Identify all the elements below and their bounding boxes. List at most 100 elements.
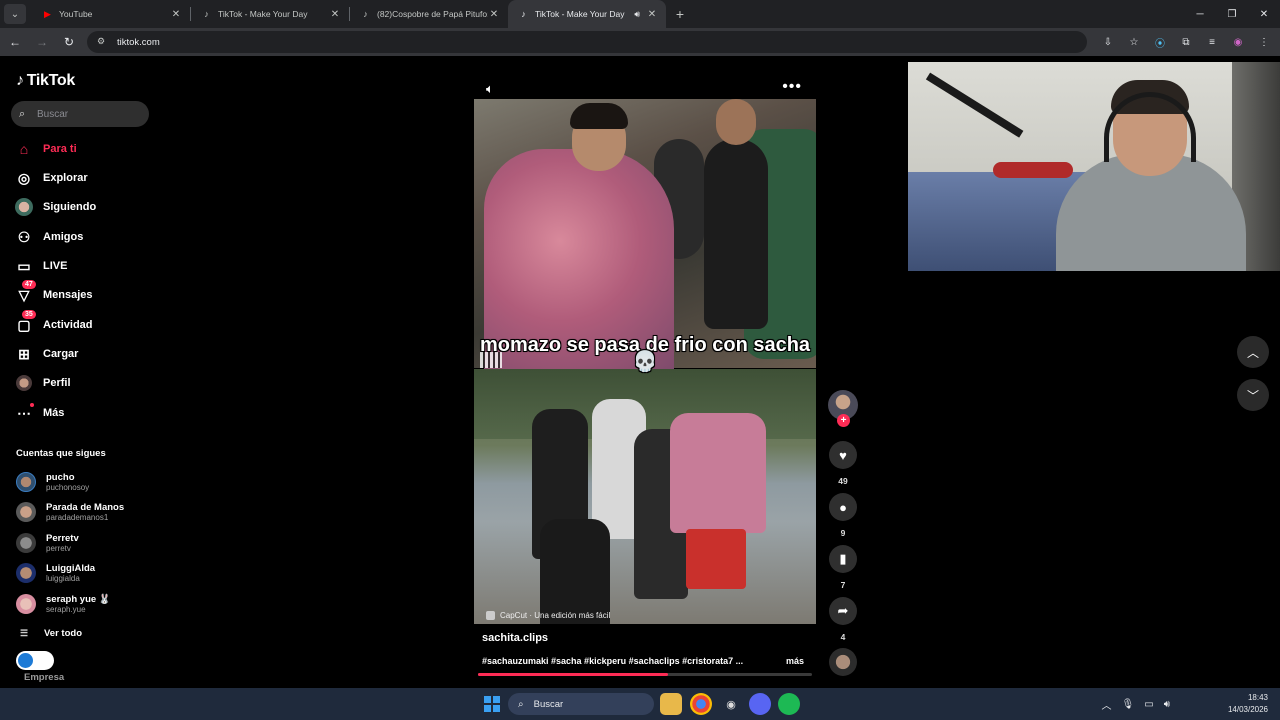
account-name: seraph yue 🐰 — [46, 594, 111, 605]
nav-item-mas[interactable]: ⋯ Más — [14, 402, 64, 424]
nav-item-mensajes[interactable]: ▽ 47 Mensajes — [14, 280, 93, 306]
account-handle: luiggialda — [46, 574, 80, 583]
nav-item-siguiendo[interactable]: Siguiendo — [14, 196, 96, 218]
more-options-icon[interactable]: ••• — [782, 78, 802, 96]
nav-item-explorar[interactable]: ◎ Explorar — [14, 167, 88, 189]
close-icon[interactable]: ✕ — [488, 9, 500, 20]
tab-title: TikTok - Make Your Day — [218, 9, 308, 19]
business-label: Empresa — [24, 672, 65, 683]
nav-item-perfil[interactable]: Perfil — [14, 372, 71, 394]
back-button[interactable]: ← — [3, 30, 27, 54]
speaker-icon[interactable]: 🔊︎ — [634, 9, 640, 20]
follow-plus-icon[interactable]: + — [837, 414, 850, 427]
comment-button[interactable]: ● — [829, 493, 857, 521]
video-player[interactable]: momazo se pasa de frio con sacha 💀 CapCu… — [474, 99, 816, 624]
microphone-icon[interactable]: 🎙︎ — [1122, 699, 1135, 710]
spotify-icon[interactable] — [778, 693, 800, 715]
bookmark-icon: ▮ — [839, 551, 847, 566]
close-icon[interactable]: ✕ — [329, 9, 341, 20]
search-input[interactable]: ⌕ Buscar — [11, 101, 149, 127]
volume-icon[interactable]: 🔊︎ — [1164, 699, 1170, 710]
business-toggle[interactable] — [16, 651, 54, 670]
nav-label: LIVE — [43, 260, 68, 272]
taskbar-clock[interactable]: 18:43 14/03/2026 — [1228, 692, 1268, 716]
profile-avatar-icon[interactable]: ◉ — [1228, 32, 1248, 52]
nav-label: Perfil — [43, 377, 71, 389]
discord-icon[interactable] — [749, 693, 771, 715]
following-account-perretv[interactable]: Perretv perretv — [16, 530, 79, 556]
like-button[interactable]: ♥ — [829, 441, 857, 469]
address-bar[interactable]: ⚙ tiktok.com — [87, 31, 1087, 53]
capcut-watermark: CapCut · Una edición más fácil — [486, 611, 610, 620]
profile-icon — [14, 373, 34, 393]
maximize-button[interactable]: ❐ — [1216, 0, 1248, 28]
windows-start-icon[interactable] — [484, 696, 500, 712]
chrome-menu-icon[interactable]: ⋮ — [1254, 32, 1274, 52]
volume-icon[interactable]: 🔈︎ — [486, 81, 494, 97]
background-person-head — [716, 99, 756, 145]
extensions-puzzle-icon[interactable]: ⧉ — [1176, 32, 1196, 52]
chevron-up-icon[interactable]: ︿ — [1102, 697, 1112, 712]
save-count: 7 — [840, 580, 846, 590]
music-disc-icon[interactable] — [829, 648, 857, 676]
more-icon: ⋯ — [14, 403, 34, 423]
nav-item-cargar[interactable]: ⊞ Cargar — [14, 343, 78, 365]
forward-button[interactable]: → — [30, 30, 54, 54]
clock-date: 14/03/2026 — [1227, 705, 1268, 714]
tiktok-logo[interactable]: ♪ TikTok — [16, 72, 75, 90]
new-tab-button[interactable]: + — [670, 6, 690, 22]
see-all-following-button[interactable]: ☰ Ver todo — [20, 628, 82, 639]
taskbar-search[interactable]: ⌕ Buscar — [508, 693, 654, 715]
background-person — [704, 139, 768, 329]
reload-button[interactable]: ↻ — [57, 30, 81, 54]
messages-icon: ▽ 47 — [14, 280, 36, 305]
reading-list-icon[interactable]: ≡ — [1202, 32, 1222, 52]
nav-label: Mensajes — [43, 289, 93, 301]
chrome-icon[interactable] — [690, 693, 712, 715]
close-icon[interactable]: ✕ — [646, 9, 658, 20]
avatar — [16, 502, 36, 522]
following-account-luiggialda[interactable]: LuiggiAlda luiggialda — [16, 560, 95, 586]
video-scene-top — [474, 99, 816, 379]
toolbar-actions: ⇩ ☆ ⦿ ⧉ ≡ ◉ ⋮ — [1098, 28, 1274, 56]
close-window-button[interactable]: ✕ — [1248, 0, 1280, 28]
avatar — [16, 533, 36, 553]
tab-title: (82)Cospobre de Papá Pitufo: M — [377, 9, 488, 19]
save-button[interactable]: ▮ — [829, 545, 857, 573]
nav-label: Actividad — [43, 319, 93, 331]
file-explorer-icon[interactable] — [660, 693, 682, 715]
extension-icon[interactable]: ⦿ — [1150, 32, 1170, 52]
heart-icon: ♥ — [839, 447, 847, 463]
video-progress-bar[interactable] — [478, 673, 812, 676]
close-icon[interactable]: ✕ — [170, 9, 182, 20]
minimize-button[interactable]: ─ — [1184, 0, 1216, 28]
video-description: #sachauzumaki #sacha #kickperu #sachacli… — [482, 656, 744, 666]
video-author[interactable]: sachita.clips — [482, 632, 548, 644]
browser-tab-tiktok-2[interactable]: ♪ (82)Cospobre de Papá Pitufo: M ✕ — [350, 0, 508, 28]
account-name: pucho — [46, 472, 75, 483]
nav-item-actividad[interactable]: ▢ 35 Actividad — [14, 310, 93, 336]
nav-label: Explorar — [43, 172, 88, 184]
browser-tab-youtube[interactable]: ▶ YouTube ✕ — [32, 0, 190, 28]
site-info-icon[interactable]: ⚙ — [97, 36, 109, 48]
browser-tab-tiktok-1[interactable]: ♪ TikTok - Make Your Day ✕ — [191, 0, 349, 28]
following-account-pucho[interactable]: pucho puchonosoy — [16, 469, 89, 495]
bookmark-star-icon[interactable]: ☆ — [1124, 32, 1144, 52]
network-icon[interactable]: ▭ — [1144, 699, 1153, 710]
webcam-overlay — [908, 62, 1280, 271]
system-tray: ︿ 🎙︎ ▭ 🔊︎ — [1102, 688, 1170, 720]
following-account-parada-de-manos[interactable]: Parada de Manos paradademanos1 — [16, 499, 124, 525]
nav-item-para-ti[interactable]: ⌂ Para ti — [14, 138, 77, 160]
nav-item-amigos[interactable]: ⚇ Amigos — [14, 226, 84, 248]
previous-video-button[interactable]: ︿ — [1237, 336, 1269, 368]
more-description-button[interactable]: más — [786, 656, 804, 666]
nav-item-live[interactable]: ▭ LIVE — [14, 255, 67, 277]
clock-time: 18:43 — [1247, 693, 1268, 702]
install-app-icon[interactable]: ⇩ — [1098, 32, 1118, 52]
github-icon[interactable]: ◉ — [720, 693, 742, 715]
following-account-seraph-yue[interactable]: seraph yue 🐰 seraph.yue — [16, 591, 111, 617]
share-button[interactable]: ➦ — [829, 597, 857, 625]
browser-tab-tiktok-active[interactable]: ♪ TikTok - Make Your Day 🔊︎ ✕ — [508, 0, 666, 28]
tab-search-button[interactable]: ⌄ — [4, 4, 26, 24]
next-video-button[interactable]: ﹀ — [1237, 379, 1269, 411]
